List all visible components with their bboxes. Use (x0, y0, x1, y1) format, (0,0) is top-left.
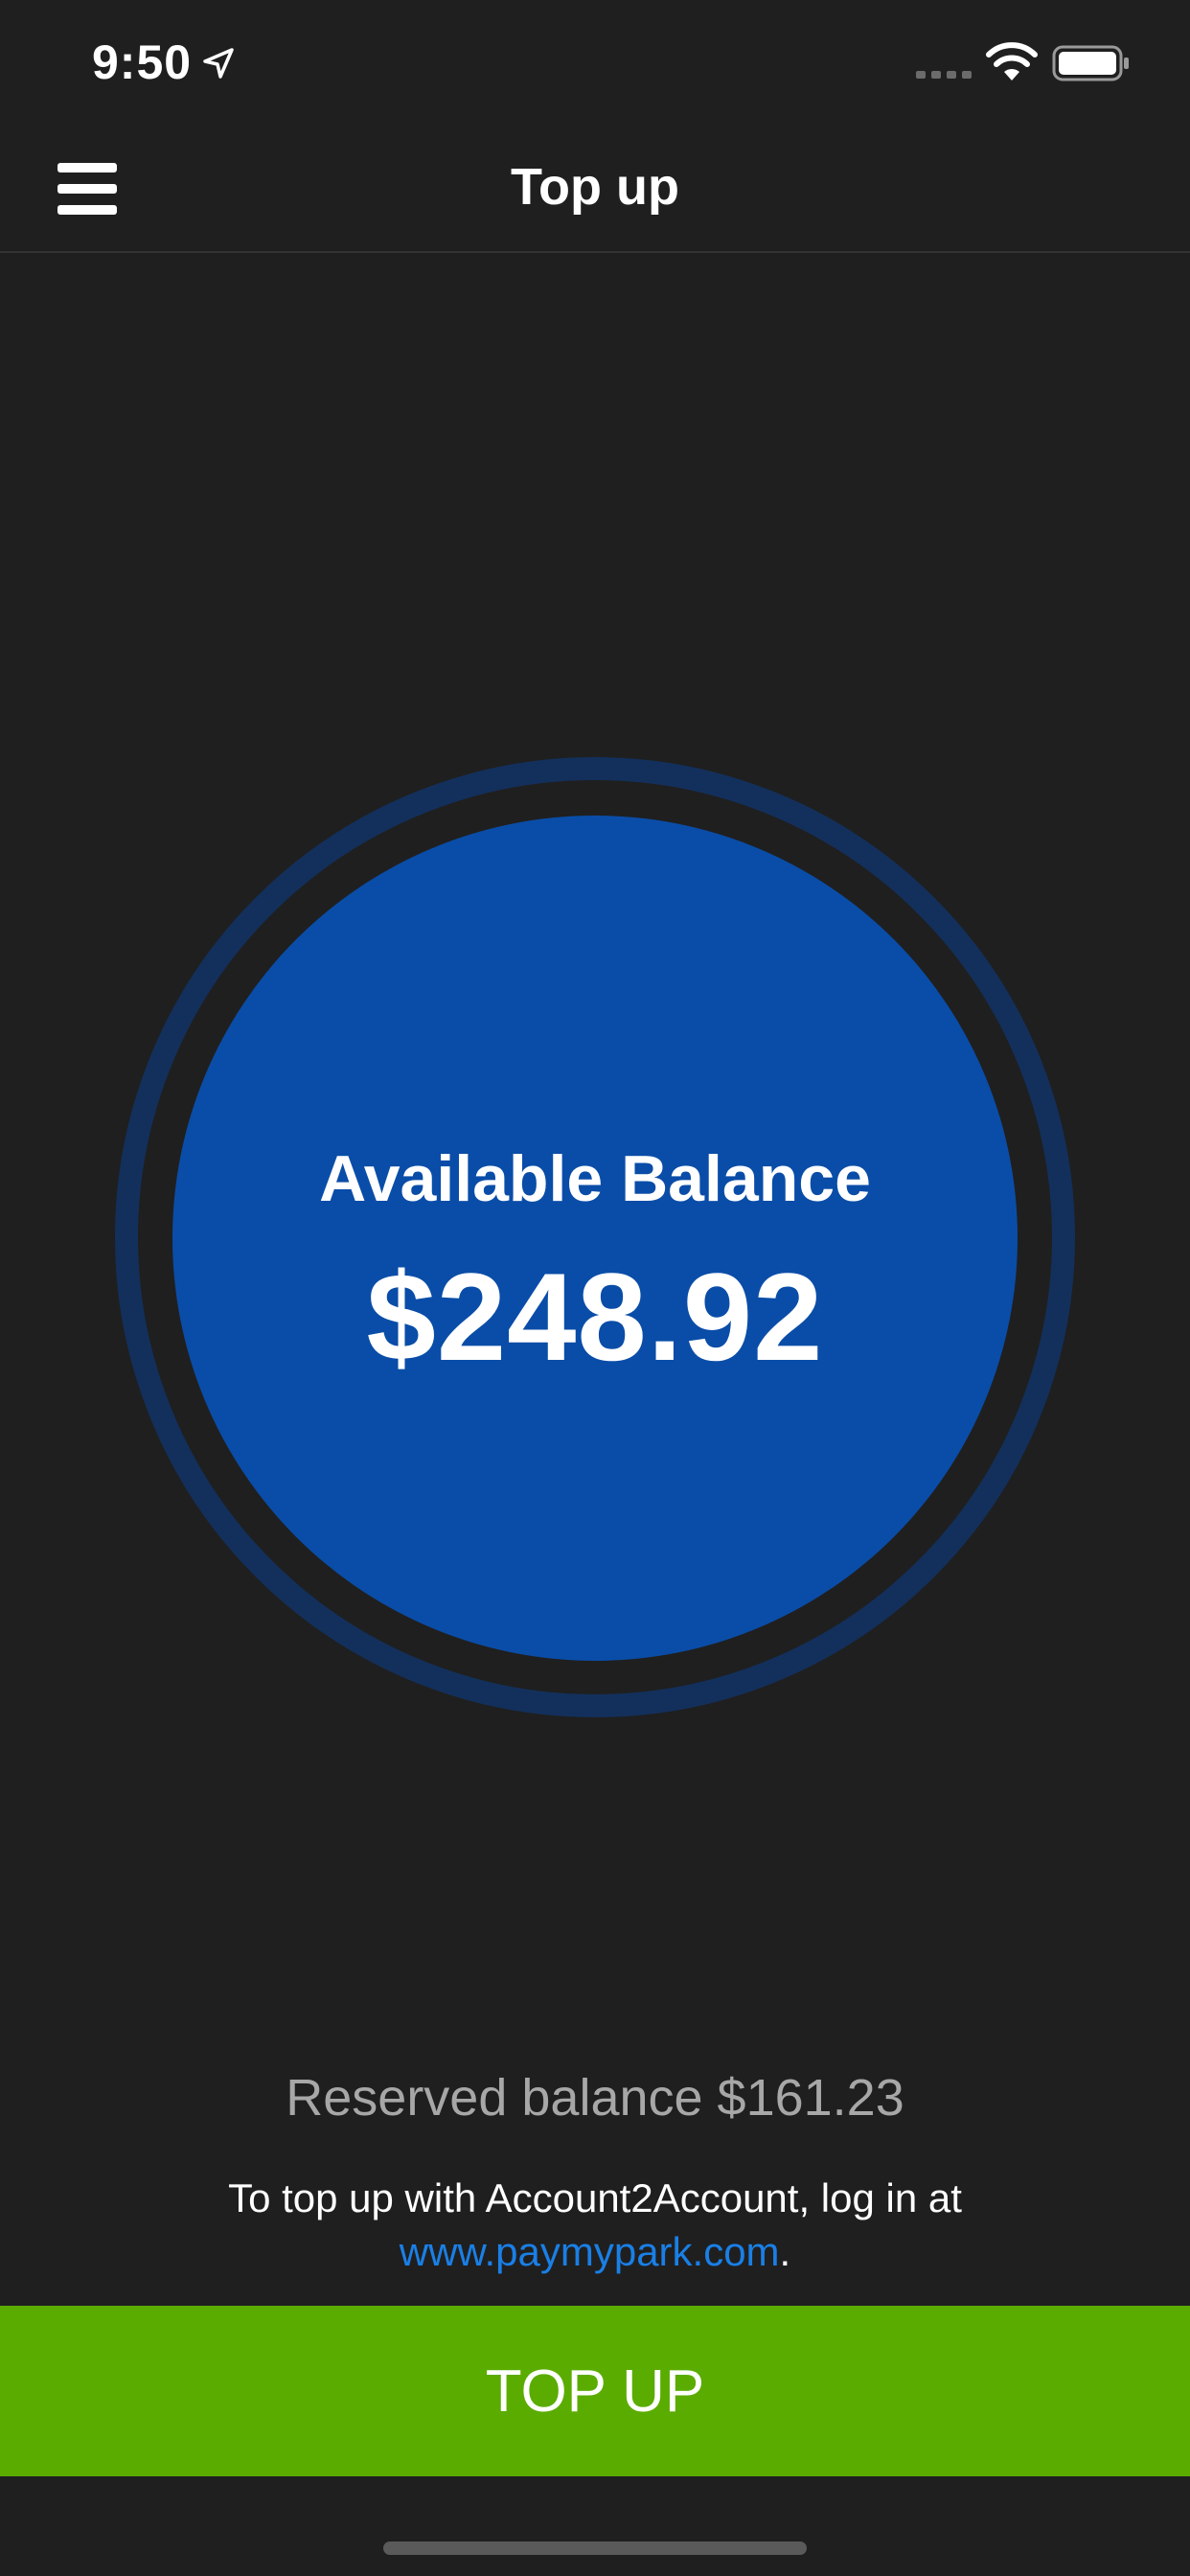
nav-bar: Top up (0, 125, 1190, 253)
topup-info-prefix: To top up with Account2Account, log in a… (228, 2175, 962, 2220)
paymypark-link[interactable]: www.paymypark.com (400, 2229, 780, 2274)
topup-info-suffix: . (779, 2229, 791, 2274)
home-indicator (383, 2542, 807, 2555)
page-title: Top up (511, 158, 679, 216)
wifi-icon (986, 42, 1038, 80)
balance-circle: Available Balance $248.92 (172, 816, 1018, 1661)
topup-info-text: To top up with Account2Account, log in a… (0, 2172, 1190, 2279)
location-arrow-icon (203, 48, 234, 79)
top-up-screen: 9:50 Top up Available Balance $248.92 Re… (0, 0, 1190, 2576)
available-balance-amount: $248.92 (366, 1247, 824, 1387)
available-balance-label: Available Balance (319, 1142, 871, 1215)
status-time: 9:50 (92, 35, 193, 89)
battery-icon (1052, 45, 1129, 81)
cellular-signal-icon (916, 71, 972, 79)
top-up-button[interactable]: TOP UP (0, 2306, 1190, 2476)
status-bar: 9:50 (0, 0, 1190, 125)
reserved-balance-text: Reserved balance $161.23 (286, 2069, 904, 2127)
